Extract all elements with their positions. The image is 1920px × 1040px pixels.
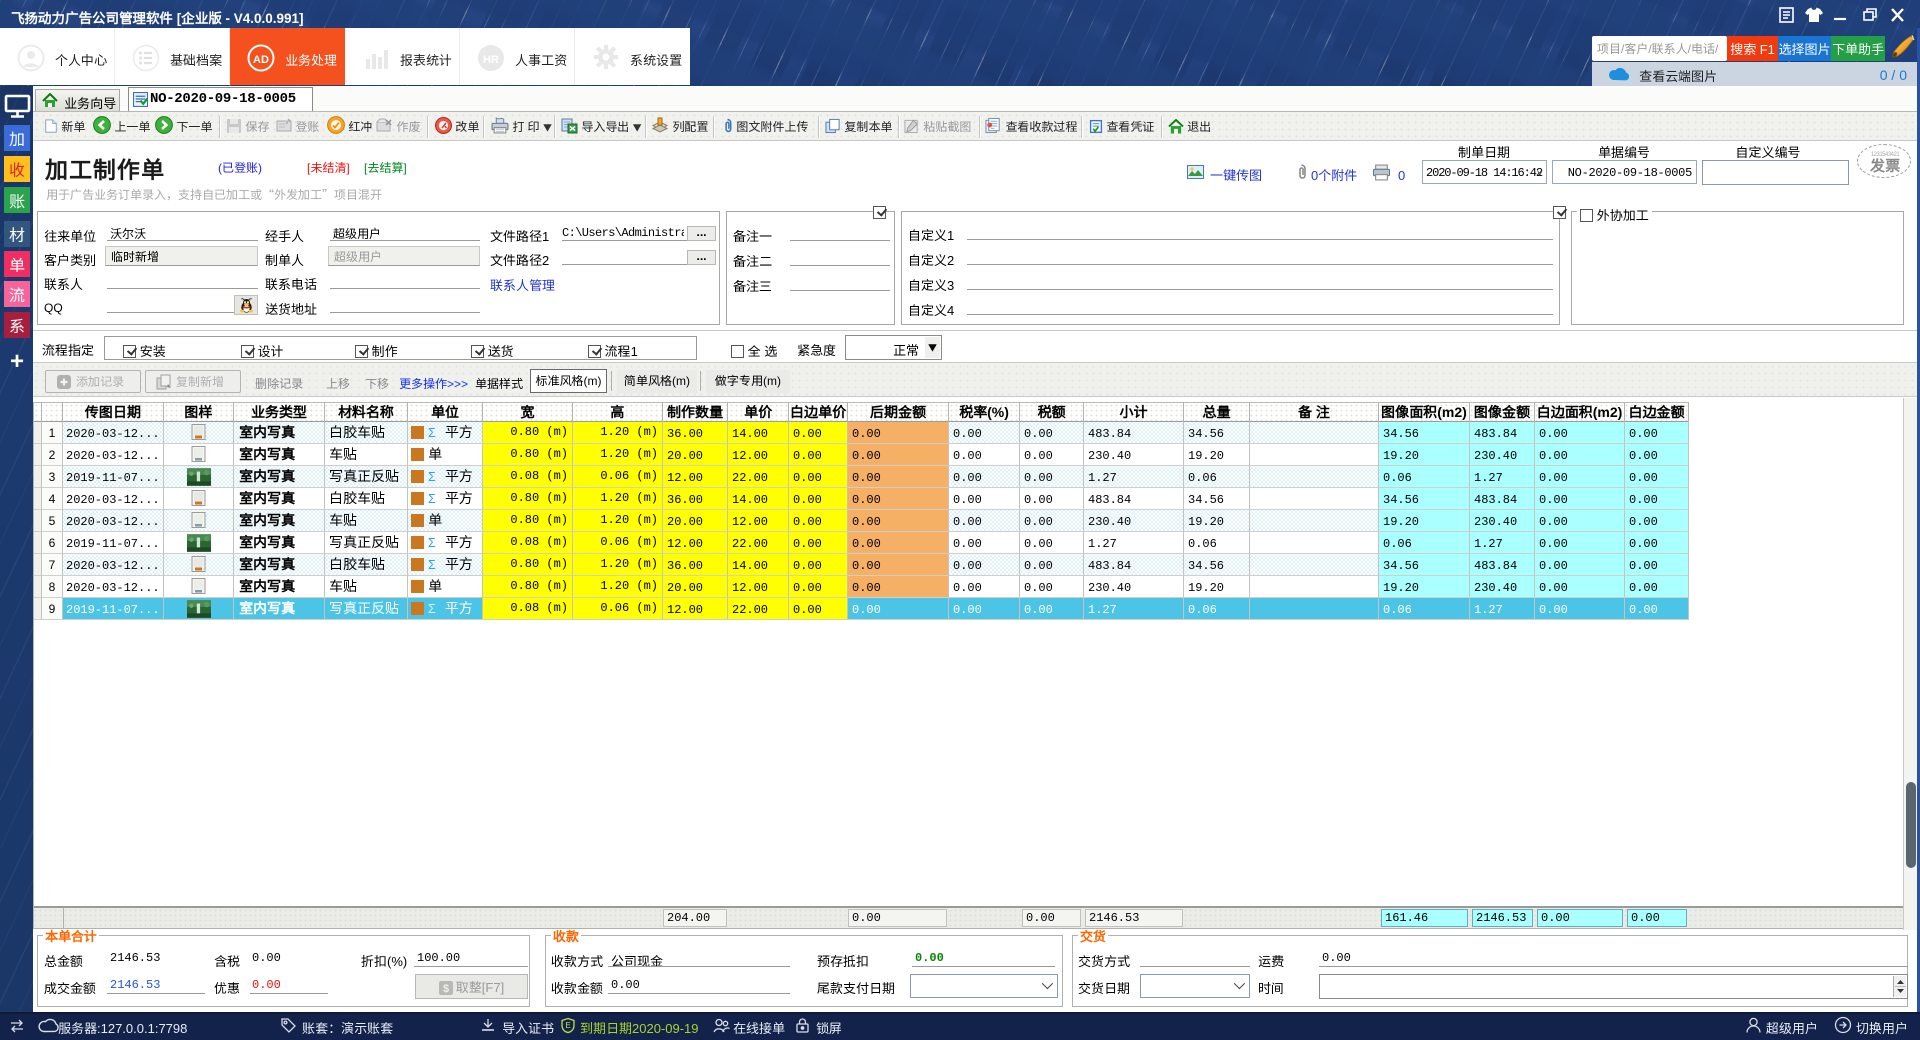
svg-text:AD: AD — [253, 54, 269, 66]
svg-text:E: E — [565, 1021, 570, 1030]
svg-text:HR: HR — [483, 54, 499, 66]
svg-text:$: $ — [443, 983, 449, 995]
